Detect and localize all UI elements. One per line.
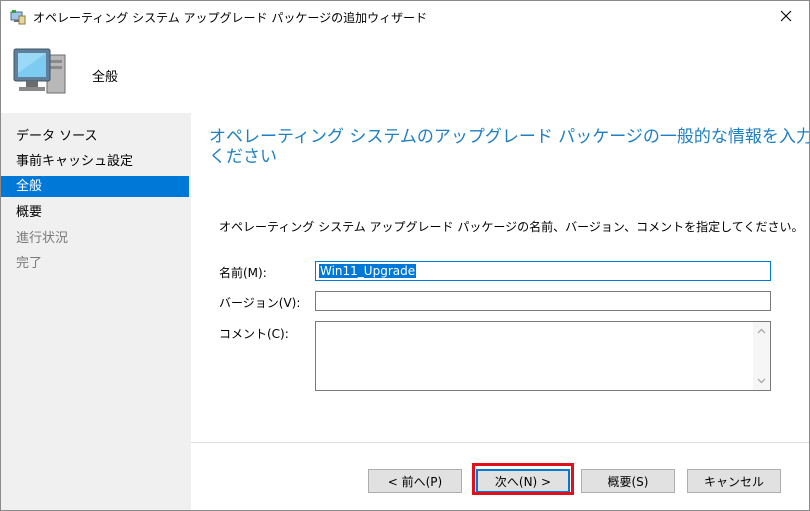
- button-separator: [191, 442, 809, 443]
- sidebar-item-precache[interactable]: 事前キャッシュ設定: [1, 151, 189, 172]
- content-heading-line1: オペレーティング システムのアップグレード パッケージの一般的な情報を入力し: [209, 127, 810, 147]
- close-button[interactable]: [763, 1, 809, 33]
- comment-scrollbar[interactable]: [753, 322, 770, 390]
- next-button-highlight: [472, 463, 574, 495]
- title-bar: オペレーティング システム アップグレード パッケージの追加ウィザード: [1, 1, 809, 33]
- version-label: バージョン(V):: [219, 296, 301, 310]
- window-title: オペレーティング システム アップグレード パッケージの追加ウィザード: [33, 11, 428, 25]
- wizard-app-icon: [10, 9, 26, 25]
- wizard-window: オペレーティング システム アップグレード パッケージの追加ウィザード 全般 デ…: [0, 0, 810, 511]
- computer-monitor-icon: [11, 45, 69, 103]
- comment-input[interactable]: [315, 321, 771, 391]
- sidebar-item-summary[interactable]: 概要: [1, 202, 189, 223]
- sidebar-item-completion: 完了: [16, 256, 43, 271]
- scroll-up-icon[interactable]: [756, 326, 767, 337]
- sidebar-item-progress: 進行状況: [16, 231, 69, 246]
- name-input[interactable]: Win11_Upgrade: [315, 261, 771, 281]
- name-label: 名前(M):: [219, 266, 267, 280]
- content-heading-line2: ください: [209, 147, 277, 167]
- content-heading: オペレーティング システムのアップグレード パッケージの一般的な情報を入力し く…: [209, 127, 809, 167]
- wizard-sidebar: データ ソース 事前キャッシュ設定 全般 概要 進行状況 完了: [1, 113, 191, 510]
- wizard-content: オペレーティング システムのアップグレード パッケージの一般的な情報を入力し く…: [191, 113, 809, 510]
- sidebar-item-general[interactable]: 全般: [1, 176, 189, 197]
- close-icon: [780, 10, 792, 25]
- sidebar-item-data-source[interactable]: データ ソース: [1, 126, 189, 147]
- summary-button[interactable]: 概要(S): [581, 469, 675, 493]
- cancel-button[interactable]: キャンセル: [687, 469, 781, 493]
- version-input[interactable]: [315, 291, 771, 311]
- instruction-text: オペレーティング システム アップグレード パッケージの名前、バージョン、コメン…: [219, 220, 804, 234]
- comment-label: コメント(C):: [219, 327, 289, 341]
- back-button[interactable]: < 前へ(P): [368, 469, 462, 493]
- scroll-down-icon[interactable]: [756, 375, 767, 386]
- page-title: 全般: [92, 70, 119, 85]
- wizard-header: 全般: [1, 33, 809, 113]
- name-input-value: Win11_Upgrade: [319, 264, 417, 278]
